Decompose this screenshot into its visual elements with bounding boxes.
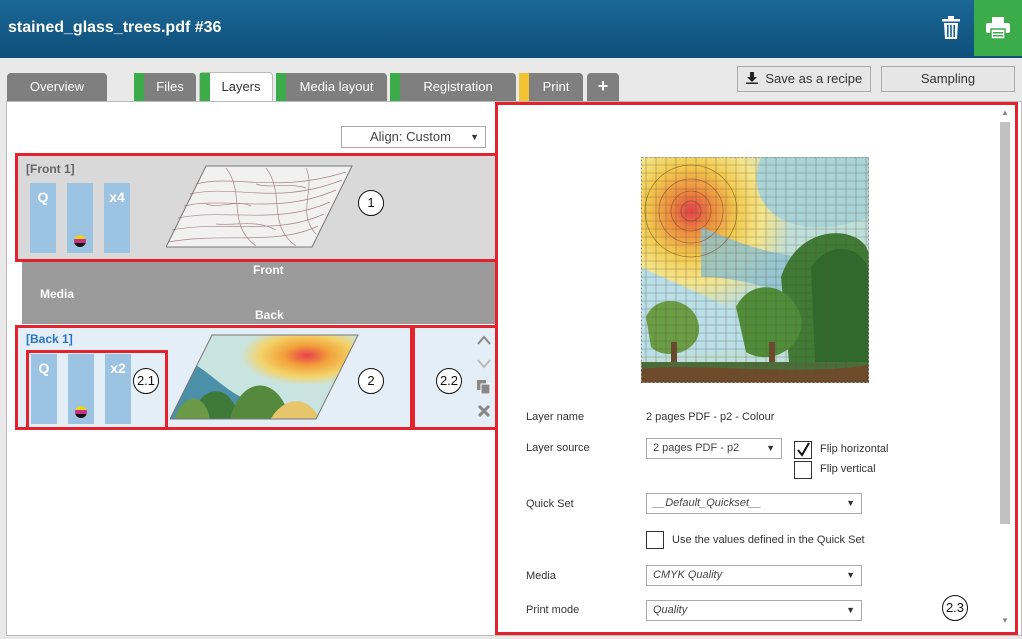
quick-set-value: __Default_Quickset__ xyxy=(653,497,762,509)
quick-set-label: Quick Set xyxy=(526,498,574,510)
tab-label: Layers xyxy=(221,79,261,94)
layer-source-select[interactable]: 2 pages PDF - p2 ▼ xyxy=(646,438,782,459)
app-header: stained_glass_trees.pdf #36 xyxy=(0,0,1022,58)
chevron-down-icon: ▼ xyxy=(846,605,855,615)
flip-vertical-label: Flip vertical xyxy=(820,463,876,475)
move-down-button[interactable] xyxy=(476,356,492,372)
tab-label: Overview xyxy=(29,79,85,94)
copy-icon xyxy=(477,380,491,395)
media-separator: Front Media Back xyxy=(22,262,496,324)
layer-name-value: 2 pages PDF - p2 - Colour xyxy=(646,411,775,423)
use-quickset-label: Use the values defined in the Quick Set xyxy=(672,534,865,546)
print-mode-value: Quality xyxy=(653,604,688,616)
callout-1: 1 xyxy=(358,190,384,216)
tab-media-layout[interactable]: Media layout xyxy=(276,73,387,101)
chevron-up-icon xyxy=(477,335,491,345)
job-title: stained_glass_trees.pdf #36 xyxy=(8,19,222,36)
align-select[interactable]: Align: Custom ▼ xyxy=(341,126,486,148)
scroll-thumb[interactable] xyxy=(1000,122,1010,524)
save-recipe-label: Save as a recipe xyxy=(765,71,863,86)
chevron-down-icon: ▼ xyxy=(846,570,855,580)
download-icon xyxy=(745,72,758,84)
quick-set-select[interactable]: __Default_Quickset__ ▼ xyxy=(646,493,862,514)
layer-name-label: Layer name xyxy=(526,411,585,423)
tab-overview[interactable]: Overview xyxy=(7,73,107,101)
callout-frame-1 xyxy=(15,153,498,262)
media-label: Media xyxy=(40,287,75,301)
tab-label: Media layout xyxy=(299,79,374,94)
media-select[interactable]: CMYK Quality ▼ xyxy=(646,565,862,586)
tab-registration[interactable]: Registration xyxy=(390,73,516,101)
close-icon xyxy=(477,404,491,418)
tab-status-stripe xyxy=(276,73,286,101)
tab-files[interactable]: Files xyxy=(134,73,196,101)
front-side-label: Front xyxy=(253,263,284,277)
layer-preview-image xyxy=(641,157,869,383)
chevron-down-icon: ▼ xyxy=(846,498,855,508)
duplicate-layer-button[interactable] xyxy=(476,380,492,396)
callout-2: 2 xyxy=(358,368,384,394)
media-value: CMYK Quality xyxy=(653,569,723,581)
chevron-down-icon: ▼ xyxy=(470,132,479,142)
print-button[interactable] xyxy=(974,0,1022,56)
use-quickset-checkbox[interactable] xyxy=(646,531,664,549)
layer-source-value: 2 pages PDF - p2 xyxy=(653,442,740,454)
flip-vertical-checkbox[interactable] xyxy=(794,461,812,479)
add-tab-button[interactable]: + xyxy=(587,73,619,101)
back-side-label: Back xyxy=(255,308,284,322)
properties-scrollbar[interactable]: ▲ ▼ xyxy=(998,108,1012,628)
trash-icon xyxy=(942,16,960,39)
flip-horizontal-checkbox[interactable] xyxy=(794,441,812,459)
printer-icon xyxy=(986,17,1010,39)
delete-layer-button[interactable] xyxy=(476,404,492,420)
delete-button[interactable] xyxy=(935,10,967,46)
tab-status-stripe xyxy=(390,73,400,101)
flip-horizontal-label: Flip horizontal xyxy=(820,443,889,455)
callout-2-3: 2.3 xyxy=(942,595,968,621)
media-field-label: Media xyxy=(526,570,556,582)
move-up-button[interactable] xyxy=(476,332,492,348)
layer-source-label: Layer source xyxy=(526,442,590,454)
tab-print[interactable]: Print xyxy=(519,73,583,101)
scroll-up-icon[interactable]: ▲ xyxy=(1000,108,1010,117)
align-value: Align: Custom xyxy=(370,129,451,144)
tab-status-stripe xyxy=(200,73,210,103)
print-mode-select[interactable]: Quality ▼ xyxy=(646,600,862,621)
chevron-down-icon: ▼ xyxy=(766,443,775,453)
sampling-button[interactable]: Sampling xyxy=(881,66,1015,92)
tab-status-stripe xyxy=(134,73,144,101)
scroll-down-icon[interactable]: ▼ xyxy=(1000,616,1010,625)
save-recipe-button[interactable]: Save as a recipe xyxy=(737,66,871,92)
tab-layers[interactable]: Layers xyxy=(199,72,273,103)
checkmark-icon xyxy=(797,442,810,457)
tab-status-stripe xyxy=(519,73,529,101)
chevron-down-icon xyxy=(477,359,491,369)
tab-label: Print xyxy=(542,79,570,94)
print-mode-label: Print mode xyxy=(526,604,580,616)
tab-label: Files xyxy=(156,79,184,94)
callout-2-2: 2.2 xyxy=(436,368,462,394)
tab-label: Registration xyxy=(423,79,493,94)
callout-2-1: 2.1 xyxy=(133,368,159,394)
